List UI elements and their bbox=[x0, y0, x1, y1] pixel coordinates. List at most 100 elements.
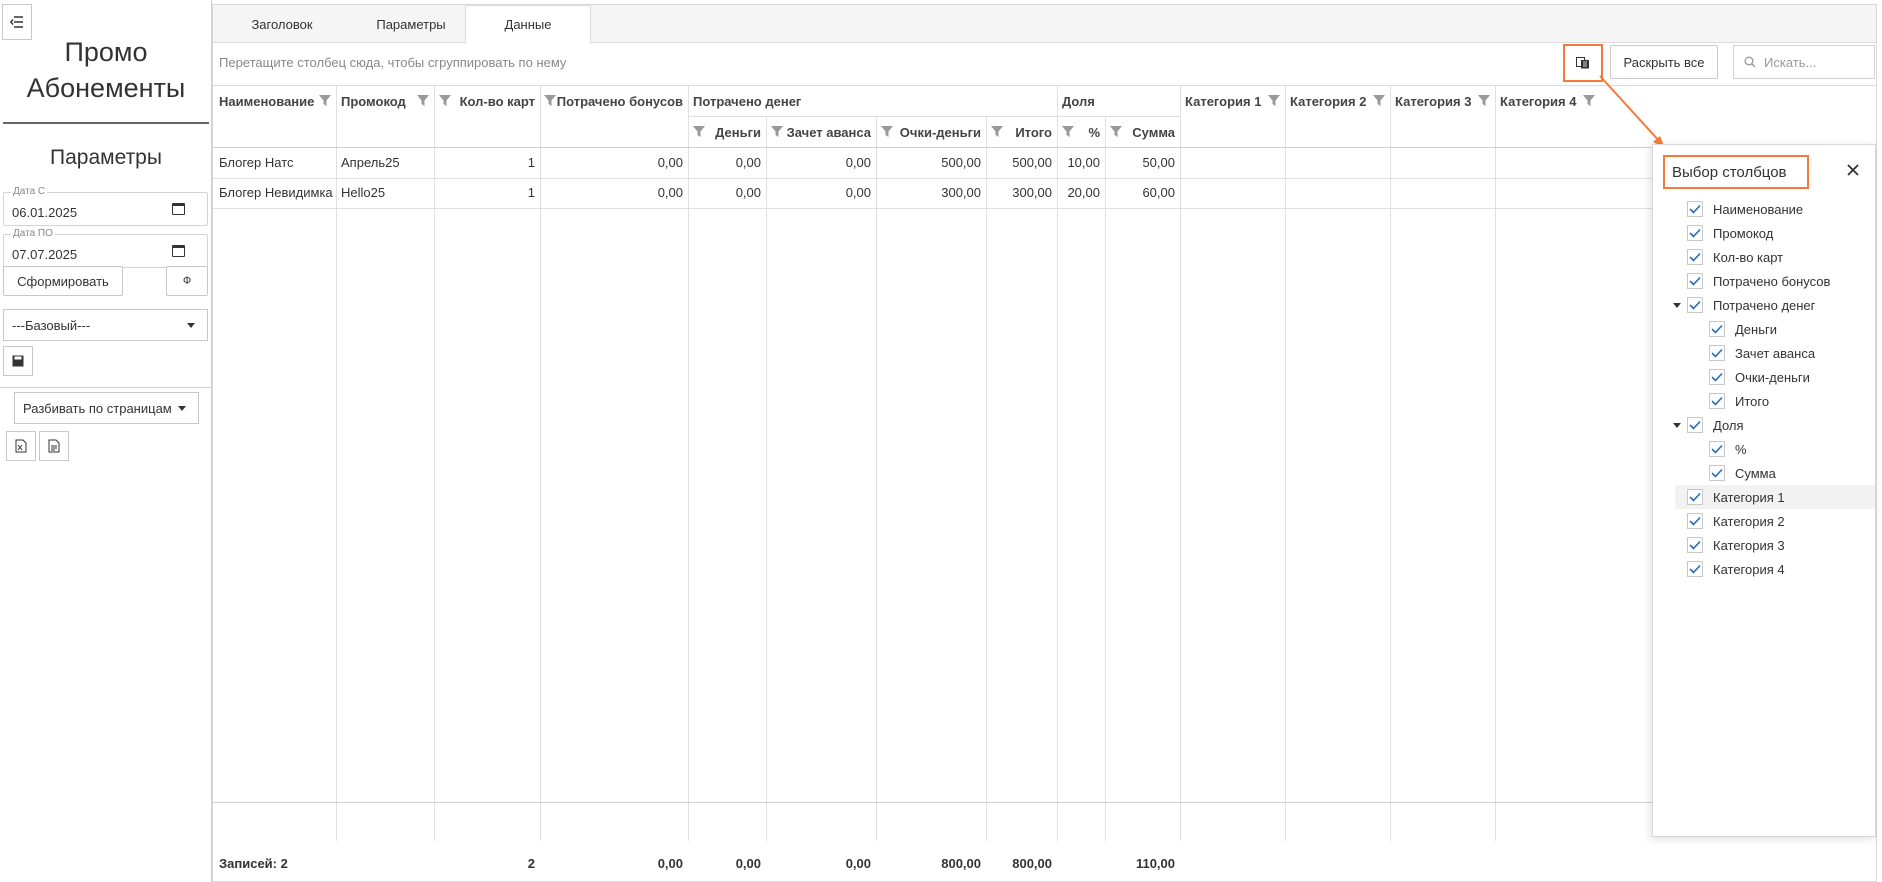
tab-header[interactable]: Заголовок bbox=[233, 5, 331, 43]
generate-button[interactable]: Сформировать bbox=[3, 266, 123, 296]
checkbox[interactable] bbox=[1687, 225, 1703, 241]
formula-button[interactable]: Ф bbox=[166, 266, 208, 296]
check-icon bbox=[1689, 252, 1701, 262]
column-chooser-item[interactable]: Потрачено денег bbox=[1653, 293, 1853, 317]
date-from-field[interactable]: Дата С 06.01.2025 bbox=[3, 186, 208, 226]
col-header-pct[interactable]: % bbox=[1076, 117, 1100, 147]
date-to-label: Дата ПО bbox=[11, 228, 55, 240]
col-header-cat2[interactable]: Категория 2 bbox=[1290, 86, 1366, 116]
layout-select[interactable]: ---Базовый--- bbox=[3, 309, 208, 341]
save-layout-button[interactable] bbox=[3, 346, 33, 376]
column-chooser-item[interactable]: Потрачено бонусов bbox=[1653, 269, 1853, 293]
search-icon bbox=[1744, 56, 1756, 68]
column-chooser-item[interactable]: Категория 3 bbox=[1653, 533, 1853, 557]
checkbox[interactable] bbox=[1687, 489, 1703, 505]
filter-icon[interactable] bbox=[1268, 95, 1280, 106]
filter-icon[interactable] bbox=[319, 95, 331, 106]
filter-icon[interactable] bbox=[544, 95, 556, 106]
col-header-share-group[interactable]: Доля bbox=[1062, 86, 1095, 116]
column-chooser-title: Выбор столбцов bbox=[1663, 155, 1809, 189]
checkbox[interactable] bbox=[1687, 273, 1703, 289]
expand-caret-icon[interactable] bbox=[1673, 422, 1681, 428]
column-chooser-item[interactable]: Кол-во карт bbox=[1653, 245, 1853, 269]
filter-icon[interactable] bbox=[991, 126, 1003, 137]
col-header-sum[interactable]: Сумма bbox=[1124, 117, 1175, 147]
column-chooser-item[interactable]: Категория 4 bbox=[1653, 557, 1853, 581]
check-icon bbox=[1689, 276, 1701, 286]
column-chooser-item[interactable]: Деньги bbox=[1653, 317, 1853, 341]
export-excel-button[interactable] bbox=[6, 431, 36, 461]
col-header-total[interactable]: Итого bbox=[1005, 117, 1052, 147]
column-chooser-item[interactable]: Сумма bbox=[1653, 461, 1853, 485]
col-header-money-group[interactable]: Потрачено денег bbox=[693, 86, 801, 116]
filter-icon[interactable] bbox=[1373, 95, 1385, 106]
checkbox[interactable] bbox=[1709, 345, 1725, 361]
filter-icon[interactable] bbox=[417, 95, 429, 106]
checkbox[interactable] bbox=[1709, 369, 1725, 385]
checkbox[interactable] bbox=[1687, 537, 1703, 553]
col-header-cat1[interactable]: Категория 1 bbox=[1185, 86, 1261, 116]
column-chooser-item-label: Кол-во карт bbox=[1713, 249, 1784, 265]
col-header-advance[interactable]: Зачет аванса bbox=[785, 117, 871, 147]
filter-icon[interactable] bbox=[1062, 126, 1074, 137]
filter-icon[interactable] bbox=[771, 126, 783, 137]
checkbox[interactable] bbox=[1709, 393, 1725, 409]
checkbox[interactable] bbox=[1687, 513, 1703, 529]
col-header-cat3[interactable]: Категория 3 bbox=[1395, 86, 1471, 116]
search-input[interactable]: Искать... bbox=[1733, 45, 1875, 79]
cell-promo: Hello25 bbox=[341, 185, 386, 200]
column-chooser-item[interactable]: Очки-деньги bbox=[1653, 365, 1853, 389]
cell-name: Блогер Натс bbox=[219, 155, 294, 170]
paging-select[interactable]: Разбивать по страницам bbox=[14, 392, 199, 424]
column-chooser-item-label: Категория 1 bbox=[1713, 489, 1785, 505]
column-chooser-item-label: Деньги bbox=[1735, 321, 1777, 337]
date-to-field[interactable]: Дата ПО 07.07.2025 bbox=[3, 228, 208, 268]
col-header-points[interactable]: Очки-деньги bbox=[895, 117, 981, 147]
check-icon bbox=[1689, 228, 1701, 238]
checkbox[interactable] bbox=[1687, 201, 1703, 217]
cell-name: Блогер Невидимка bbox=[219, 185, 333, 200]
col-header-promo[interactable]: Промокод bbox=[341, 86, 406, 116]
column-chooser-item[interactable]: Зачет аванса bbox=[1653, 341, 1853, 365]
column-chooser-item[interactable]: Итого bbox=[1653, 389, 1853, 413]
checkbox[interactable] bbox=[1709, 321, 1725, 337]
filter-icon[interactable] bbox=[693, 126, 705, 137]
filter-icon[interactable] bbox=[439, 95, 451, 106]
column-chooser-item[interactable]: Наименование bbox=[1653, 197, 1853, 221]
column-chooser-item[interactable]: Категория 1 bbox=[1675, 485, 1875, 509]
footer-records: Записей: 2 bbox=[219, 856, 288, 871]
filter-icon[interactable] bbox=[881, 126, 893, 137]
cell-points: 300,00 bbox=[941, 185, 981, 200]
checkbox[interactable] bbox=[1687, 561, 1703, 577]
col-header-cat4[interactable]: Категория 4 bbox=[1500, 86, 1576, 116]
expand-caret-icon[interactable] bbox=[1673, 302, 1681, 308]
export-pdf-button[interactable] bbox=[39, 431, 69, 461]
filter-icon[interactable] bbox=[1110, 126, 1122, 137]
checkbox[interactable] bbox=[1687, 297, 1703, 313]
column-chooser-item[interactable]: Доля bbox=[1653, 413, 1853, 437]
footer-points: 800,00 bbox=[941, 856, 981, 871]
checkbox[interactable] bbox=[1687, 249, 1703, 265]
col-header-bonus[interactable]: Потрачено бонусов bbox=[557, 86, 683, 116]
cell-advance: 0,00 bbox=[845, 155, 871, 170]
tab-bar: Заголовок Параметры Данные bbox=[213, 5, 1876, 44]
footer-bonus: 0,00 bbox=[657, 856, 683, 871]
col-header-money[interactable]: Деньги bbox=[707, 117, 761, 147]
column-chooser-item[interactable]: % bbox=[1653, 437, 1853, 461]
column-chooser-item[interactable]: Промокод bbox=[1653, 221, 1853, 245]
tab-params[interactable]: Параметры bbox=[351, 5, 471, 43]
tab-data[interactable]: Данные bbox=[465, 5, 591, 44]
group-panel-hint[interactable]: Перетащите столбец сюда, чтобы сгруппиро… bbox=[219, 55, 566, 70]
col-header-name[interactable]: Наименование bbox=[219, 86, 314, 116]
cell-money: 0,00 bbox=[735, 185, 761, 200]
col-header-cards[interactable]: Кол-во карт bbox=[453, 86, 535, 116]
checkbox[interactable] bbox=[1687, 417, 1703, 433]
left-panel: Промо Абонементы Параметры Дата С 06.01.… bbox=[0, 0, 212, 882]
calendar-icon[interactable] bbox=[172, 203, 185, 215]
close-icon[interactable] bbox=[1845, 162, 1861, 178]
checkbox[interactable] bbox=[1709, 441, 1725, 457]
column-chooser-item[interactable]: Категория 2 bbox=[1653, 509, 1853, 533]
filter-icon[interactable] bbox=[1478, 95, 1490, 106]
calendar-icon[interactable] bbox=[172, 245, 185, 257]
checkbox[interactable] bbox=[1709, 465, 1725, 481]
